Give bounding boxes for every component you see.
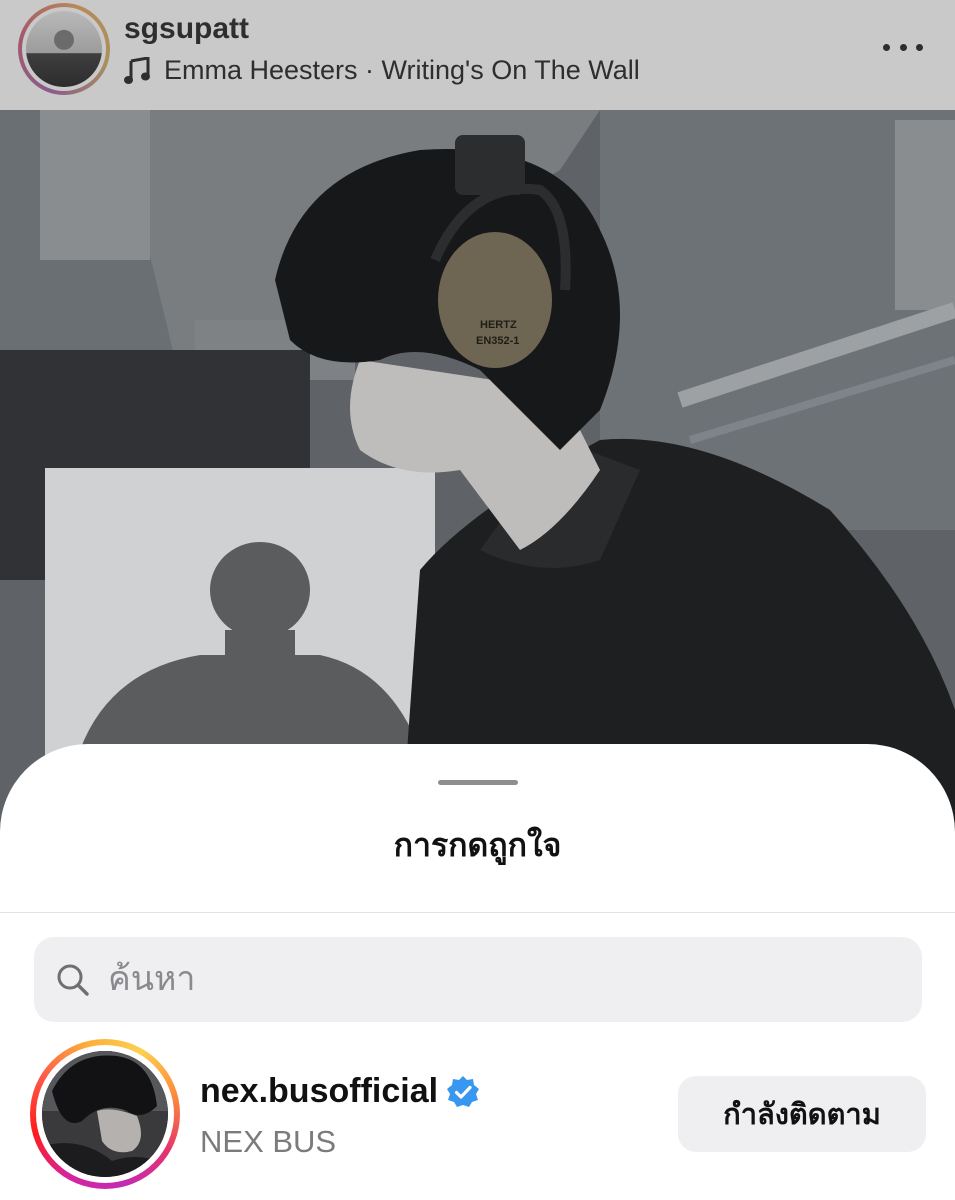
more-options-icon[interactable] <box>883 40 923 54</box>
post-photo: HERTZ EN352-1 <box>0 110 955 850</box>
liker-row[interactable]: nex.busofficial NEX BUS กำลังติดตาม <box>0 1036 955 1196</box>
music-track-label: Emma Heesters · Writing's On The Wall <box>164 55 640 85</box>
verified-badge-icon <box>447 1075 480 1107</box>
liker-username[interactable]: nex.busofficial <box>200 1072 438 1111</box>
likes-bottom-sheet: การกดถูกใจ nex.bu <box>0 744 955 1200</box>
earmuff-model-label: EN352-1 <box>476 335 519 347</box>
divider <box>0 912 955 913</box>
search-bar[interactable] <box>34 937 922 1022</box>
search-input[interactable] <box>108 960 868 999</box>
music-note-icon <box>124 56 150 84</box>
following-button[interactable]: กำลังติดตาม <box>678 1076 926 1152</box>
post-author-avatar[interactable] <box>18 3 110 95</box>
post-header: sgsupatt Emma Heesters · Writing's On Th… <box>0 0 955 110</box>
post-author-username[interactable]: sgsupatt <box>124 12 249 46</box>
sheet-grabber-handle[interactable] <box>438 780 518 785</box>
liker-name-line: nex.busofficial <box>200 1072 480 1111</box>
music-info[interactable]: Emma Heesters · Writing's On The Wall <box>124 55 640 86</box>
search-icon <box>57 964 89 996</box>
earmuff-brand-label: HERTZ <box>480 319 517 331</box>
liker-avatar[interactable] <box>30 1039 180 1189</box>
sheet-title: การกดถูกใจ <box>393 827 562 863</box>
liker-full-name: NEX BUS <box>200 1124 337 1159</box>
